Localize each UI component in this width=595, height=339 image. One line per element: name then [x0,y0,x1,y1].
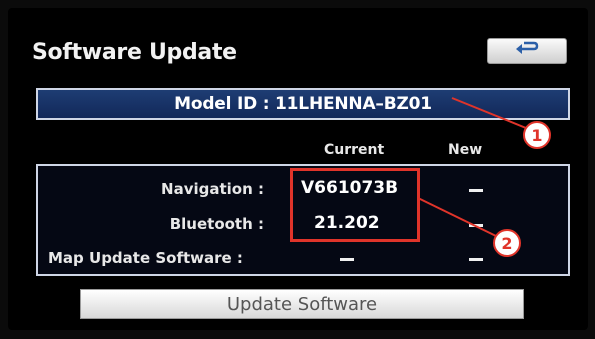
highlight-box [290,168,420,242]
callout-badge-1: 1 [523,121,551,149]
callout-badge-2: 2 [493,229,521,257]
